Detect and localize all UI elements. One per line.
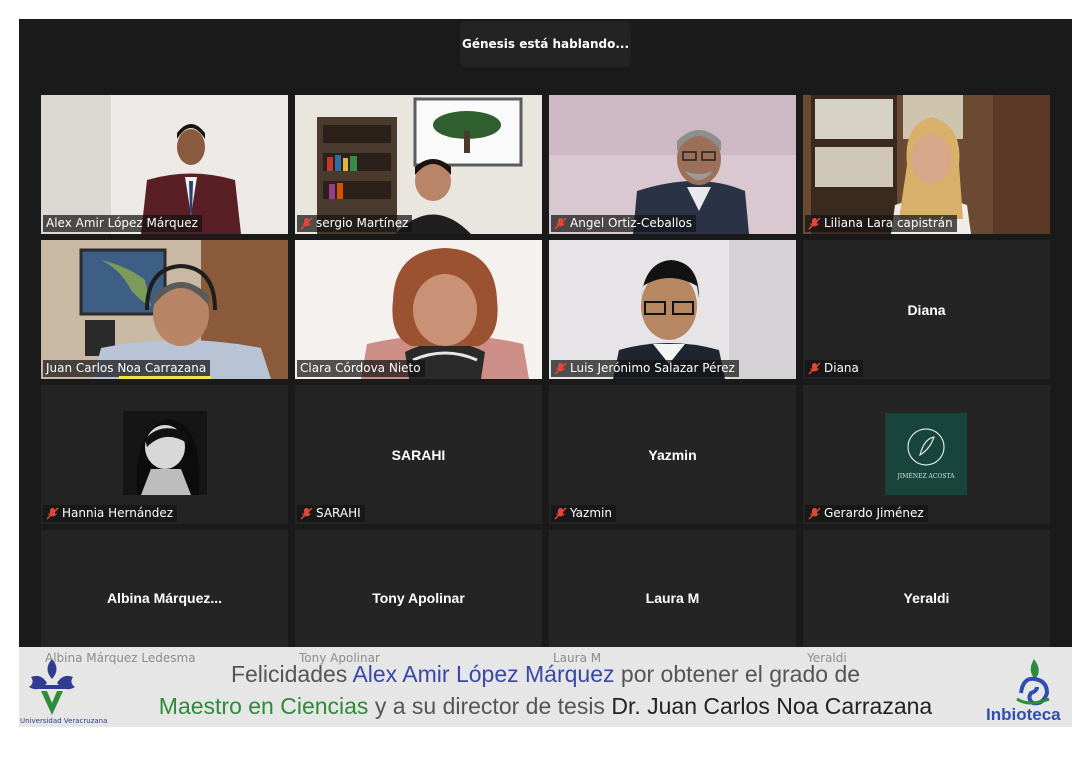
participant-video xyxy=(549,95,796,234)
speaking-indicator-bar xyxy=(119,376,211,379)
participant-name-label: Angel Ortiz-Ceballos xyxy=(551,215,697,232)
participant-tile[interactable]: Yazmin Yazmin xyxy=(549,385,796,524)
congratulations-banner: Albina Márquez Ledesma Tony Apolinar Lau… xyxy=(19,647,1072,727)
participant-video xyxy=(41,240,288,379)
participant-name-label: Liliana Lara capistrán xyxy=(805,215,957,232)
right-logo-caption: Inbioteca xyxy=(986,705,1061,724)
participant-tile[interactable]: Hannia Hernández xyxy=(41,385,288,524)
mic-muted-icon xyxy=(554,361,567,375)
video-grid-window: Génesis está hablando... Alex Amir López… xyxy=(19,19,1072,727)
banner-line-1: Felicidades Alex Amir López Márquez por … xyxy=(230,661,861,687)
participant-display-name: Yeraldi xyxy=(903,590,950,606)
participant-name-label: Clara Córdova Nieto xyxy=(297,360,425,377)
participant-name-label: sergio Martínez xyxy=(297,215,413,232)
participant-display-name: Diana xyxy=(907,301,946,318)
participant-name-label: Hannia Hernández xyxy=(43,505,178,522)
participant-display-name: Albina Márquez... xyxy=(106,590,223,606)
participant-tile[interactable]: Clara Córdova Nieto xyxy=(295,240,542,379)
participant-display-name: Yazmin xyxy=(648,446,697,463)
mic-muted-icon xyxy=(554,506,567,520)
participant-tile[interactable]: Luis Jerónimo Salazar Pérez xyxy=(549,240,796,379)
mic-muted-icon xyxy=(554,216,567,230)
active-speaker-indicator: Génesis está hablando... xyxy=(460,21,631,67)
banner-line-2: Maestro en Ciencias y a su director de t… xyxy=(158,693,933,719)
participant-tile[interactable]: sergio Martínez xyxy=(295,95,542,234)
participant-display-name: Laura M xyxy=(645,590,700,606)
participant-tile[interactable]: Juan Carlos Noa Carrazana xyxy=(41,240,288,379)
participant-tile[interactable]: JIMÉNEZ ACOSTA Gerardo Jiménez xyxy=(803,385,1050,524)
participant-name-label: Gerardo Jiménez xyxy=(805,505,928,522)
participant-name-label: Alex Amir López Márquez xyxy=(43,215,202,232)
mic-muted-icon xyxy=(46,506,59,520)
mic-muted-icon xyxy=(300,216,313,230)
participant-video xyxy=(803,95,1050,234)
participant-name-label: Luis Jerónimo Salazar Pérez xyxy=(551,360,739,377)
feather-logo-icon xyxy=(907,428,945,466)
participant-tile[interactable]: Alex Amir López Márquez xyxy=(41,95,288,234)
participant-tile[interactable]: Angel Ortiz-Ceballos xyxy=(549,95,796,234)
participant-tile[interactable]: SARAHI SARAHI xyxy=(295,385,542,524)
participant-avatar xyxy=(123,411,207,495)
mic-muted-icon xyxy=(808,506,821,520)
participant-name-label: Yazmin xyxy=(551,505,616,522)
participant-video xyxy=(41,95,288,234)
participant-display-name: SARAHI xyxy=(391,446,446,463)
participant-name-label: SARAHI xyxy=(297,505,365,522)
participant-tile[interactable]: Diana Diana xyxy=(803,240,1050,379)
avatar-caption: JIMÉNEZ ACOSTA xyxy=(897,473,955,480)
mic-muted-icon xyxy=(808,361,821,375)
participant-avatar: JIMÉNEZ ACOSTA xyxy=(885,413,967,495)
participant-name-label: Juan Carlos Noa Carrazana xyxy=(43,360,211,377)
participant-video xyxy=(295,95,542,234)
mic-muted-icon xyxy=(300,506,313,520)
participant-display-name: Tony Apolinar xyxy=(372,590,465,606)
participant-tile[interactable]: Liliana Lara capistrán xyxy=(803,95,1050,234)
participant-video xyxy=(549,240,796,379)
mic-muted-icon xyxy=(808,216,821,230)
participant-name-label: Diana xyxy=(805,360,863,377)
participant-video xyxy=(295,240,542,379)
